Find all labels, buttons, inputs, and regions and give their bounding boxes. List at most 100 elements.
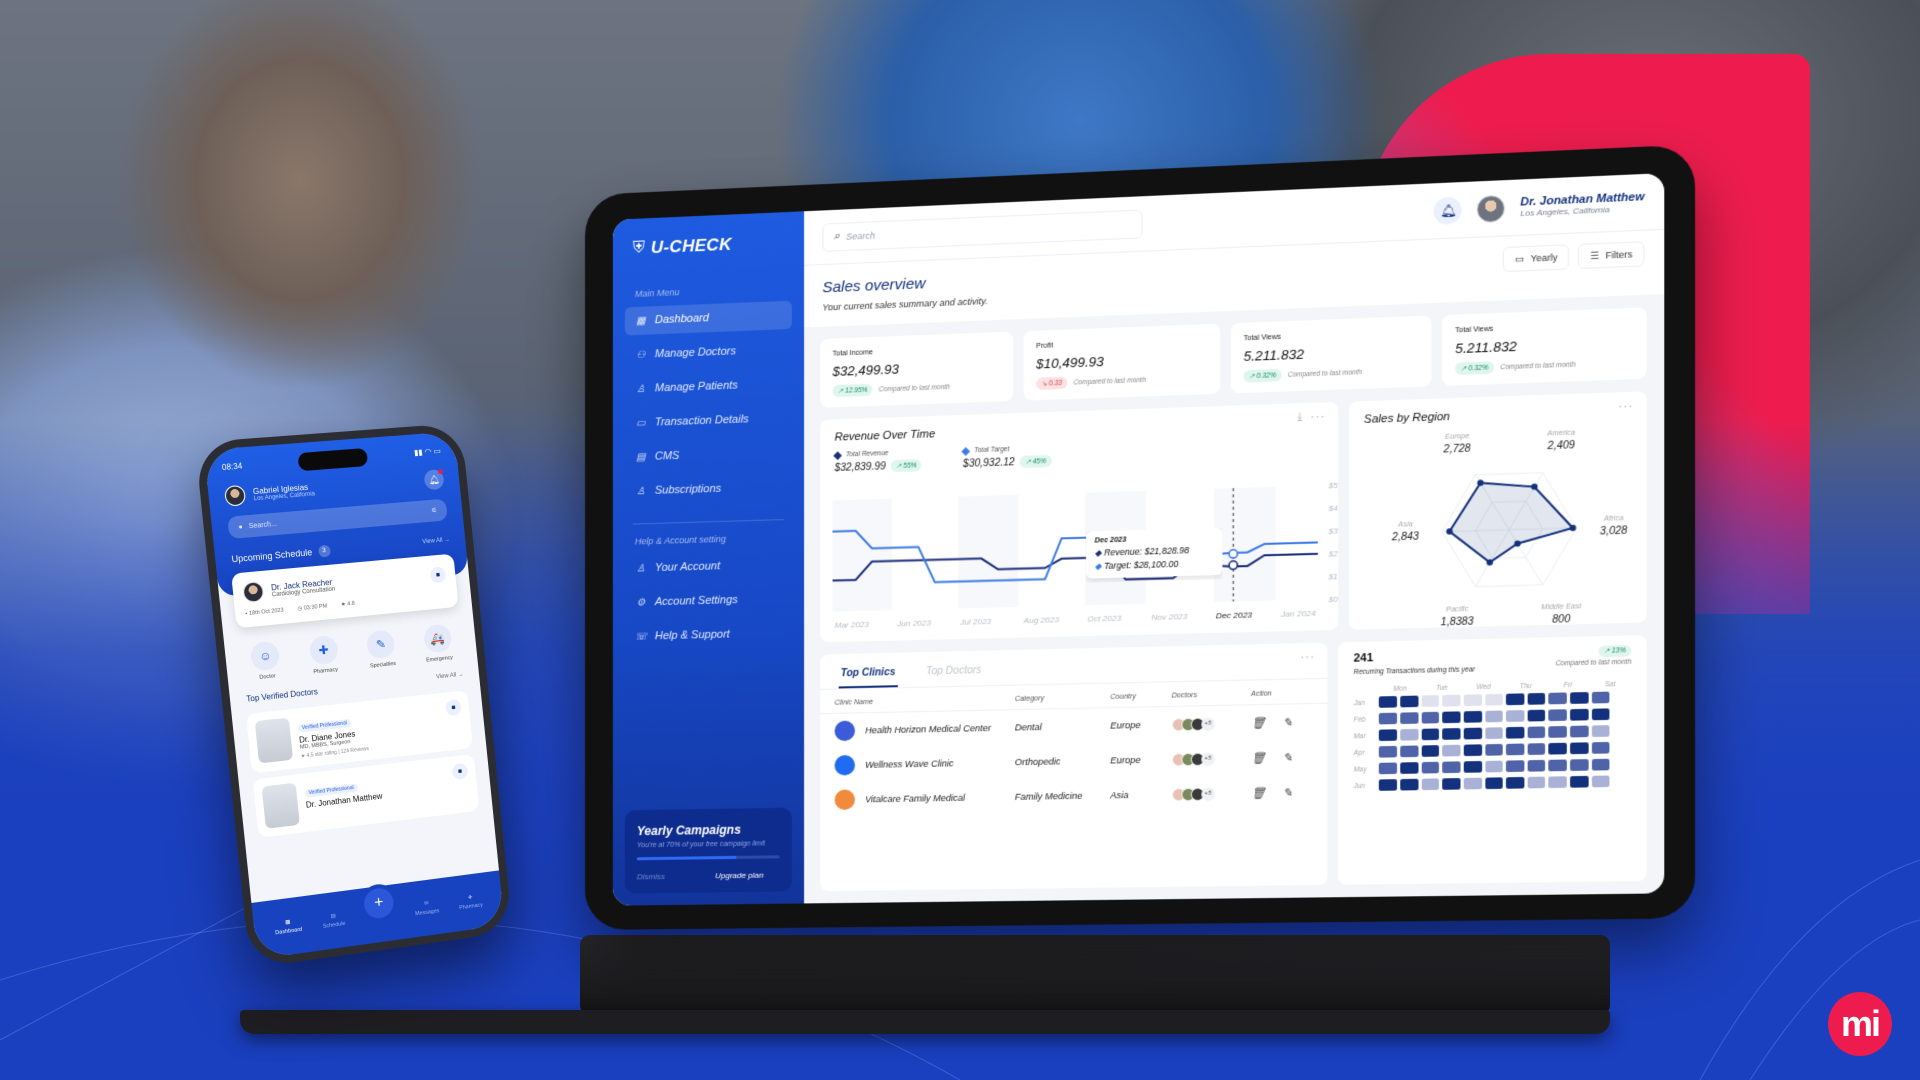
sidebar-item-account-settings[interactable]: ⚙ Account Settings [625, 584, 792, 617]
highlight-point-target[interactable] [1229, 550, 1237, 558]
nav-messages[interactable]: ✉ Messages [414, 899, 440, 917]
add-button[interactable]: + [362, 886, 395, 921]
heatmap-cell[interactable] [1527, 743, 1546, 755]
heatmap-cell[interactable] [1400, 695, 1419, 708]
nav-schedule[interactable]: ▤ Schedule [322, 911, 345, 930]
heatmap-cell[interactable] [1463, 710, 1482, 723]
nav-pharmacy[interactable]: ✚ Pharmacy [458, 893, 483, 911]
more-options-icon[interactable]: ··· [1311, 411, 1326, 424]
heatmap-cell[interactable] [1570, 725, 1589, 738]
search-input[interactable]: ⌕ Search [822, 209, 1143, 252]
heatmap-cell[interactable] [1463, 744, 1482, 757]
notification-bell-icon[interactable]: 🔔︎ [1433, 196, 1462, 225]
heatmap-cell[interactable] [1506, 776, 1525, 789]
heatmap-cell[interactable] [1442, 711, 1461, 724]
heatmap-cell[interactable] [1613, 758, 1632, 771]
video-call-icon[interactable]: ■ [445, 698, 462, 717]
heatmap-cell[interactable] [1463, 694, 1482, 707]
heatmap-cell[interactable] [1527, 726, 1546, 739]
nav-dashboard[interactable]: ▦ Dashboard [274, 917, 302, 936]
heatmap-cell[interactable] [1442, 778, 1461, 790]
heatmap-cell[interactable] [1613, 775, 1632, 787]
heatmap-cell[interactable] [1570, 692, 1589, 704]
heatmap-cell[interactable] [1591, 741, 1610, 754]
video-call-icon[interactable]: ■ [429, 566, 447, 584]
highlight-point-revenue[interactable] [1229, 561, 1237, 569]
sidebar-item-cms[interactable]: ▤ CMS [625, 438, 792, 472]
heatmap-cell[interactable] [1570, 759, 1589, 771]
more-options-icon[interactable]: ··· [1300, 651, 1315, 664]
schedule-view-all-link[interactable]: View All → [422, 537, 450, 545]
phone-search-input[interactable]: ● Search... ⚟ [227, 498, 448, 540]
sidebar-item-help-support[interactable]: ☏ Help & Support [625, 619, 792, 651]
heatmap-cell[interactable] [1442, 761, 1461, 774]
edit-icon[interactable]: ✎ [1283, 786, 1293, 800]
heatmap-cell[interactable] [1484, 727, 1503, 740]
edit-icon[interactable]: ✎ [1283, 750, 1293, 764]
sidebar-item-your-account[interactable]: ♙ Your Account [625, 550, 792, 583]
filter-sliders-icon[interactable]: ⚟ [431, 506, 438, 514]
more-options-icon[interactable]: ··· [1618, 400, 1633, 413]
doctors-view-all-link[interactable]: View All → [436, 672, 464, 684]
heatmap-cell[interactable] [1591, 758, 1610, 771]
heatmap-cell[interactable] [1548, 692, 1567, 705]
heatmap-cell[interactable] [1421, 761, 1440, 774]
heatmap-cell[interactable] [1463, 761, 1482, 773]
heatmap-cell[interactable] [1527, 709, 1546, 722]
heatmap-cell[interactable] [1421, 778, 1440, 791]
heatmap-cell[interactable] [1484, 760, 1503, 773]
heatmap-cell[interactable] [1548, 709, 1567, 722]
user-avatar[interactable] [1477, 194, 1506, 223]
heatmap-cell[interactable] [1591, 775, 1610, 788]
upgrade-plan-button[interactable]: Upgrade plan [715, 871, 763, 881]
brand[interactable]: ⛨ U-CHECK [625, 232, 792, 259]
heatmap-cell[interactable] [1613, 691, 1632, 704]
delete-icon[interactable]: 🗑︎ [1251, 751, 1266, 765]
column-header[interactable]: Clinic Name [835, 696, 1015, 707]
heatmap-cell[interactable] [1613, 707, 1632, 720]
heatmap-cell[interactable] [1484, 693, 1503, 706]
heatmap-cell[interactable] [1591, 708, 1610, 721]
heatmap-cell[interactable] [1527, 759, 1546, 772]
column-header[interactable]: Doctors [1172, 691, 1251, 700]
heatmap-cell[interactable] [1421, 745, 1440, 757]
heatmap-cell[interactable] [1506, 760, 1525, 773]
heatmap-cell[interactable] [1570, 775, 1589, 788]
heatmap-cell[interactable] [1421, 695, 1440, 707]
category-emergency[interactable]: 🚑 Emergency [422, 623, 454, 664]
heatmap-cell[interactable] [1570, 742, 1589, 755]
edit-icon[interactable]: ✎ [1283, 715, 1293, 729]
heatmap-cell[interactable] [1570, 708, 1589, 721]
heatmap-cell[interactable] [1421, 728, 1440, 741]
heatmap-cell[interactable] [1379, 779, 1398, 791]
heatmap-cell[interactable] [1484, 710, 1503, 723]
heatmap-cell[interactable] [1379, 696, 1398, 708]
heatmap-cell[interactable] [1506, 710, 1525, 722]
heatmap-cell[interactable] [1400, 762, 1419, 774]
heatmap-cell[interactable] [1548, 776, 1567, 789]
category-specialties[interactable]: ✎ Specialties [365, 629, 397, 669]
dismiss-button[interactable]: Dismiss [637, 872, 665, 881]
video-call-icon[interactable]: ■ [451, 762, 469, 781]
table-row[interactable]: Vitalcare Family Medical Family Medicine A… [820, 774, 1328, 817]
heatmap-cell[interactable] [1442, 694, 1461, 707]
download-icon[interactable]: ⤓ [1297, 412, 1302, 424]
category-doctor[interactable]: ☺ Doctor [249, 640, 282, 682]
heatmap-cell[interactable] [1527, 692, 1546, 705]
heatmap-cell[interactable] [1379, 729, 1398, 742]
column-header[interactable]: Country [1110, 693, 1171, 701]
heatmap-cell[interactable] [1613, 724, 1632, 737]
phone-user-avatar[interactable] [223, 484, 247, 507]
heatmap-cell[interactable] [1400, 712, 1419, 725]
heatmap-cell[interactable] [1548, 742, 1567, 755]
heatmap-cell[interactable] [1506, 743, 1525, 756]
yearly-button[interactable]: ▭ Yearly [1502, 244, 1570, 273]
heatmap-cell[interactable] [1548, 759, 1567, 772]
heatmap-cell[interactable] [1463, 777, 1482, 790]
heatmap-cell[interactable] [1442, 744, 1461, 757]
heatmap-cell[interactable] [1591, 725, 1610, 738]
heatmap-cell[interactable] [1484, 777, 1503, 790]
column-header[interactable]: Category [1015, 694, 1111, 703]
heatmap-cell[interactable] [1506, 726, 1525, 739]
heatmap-cell[interactable] [1484, 743, 1503, 756]
